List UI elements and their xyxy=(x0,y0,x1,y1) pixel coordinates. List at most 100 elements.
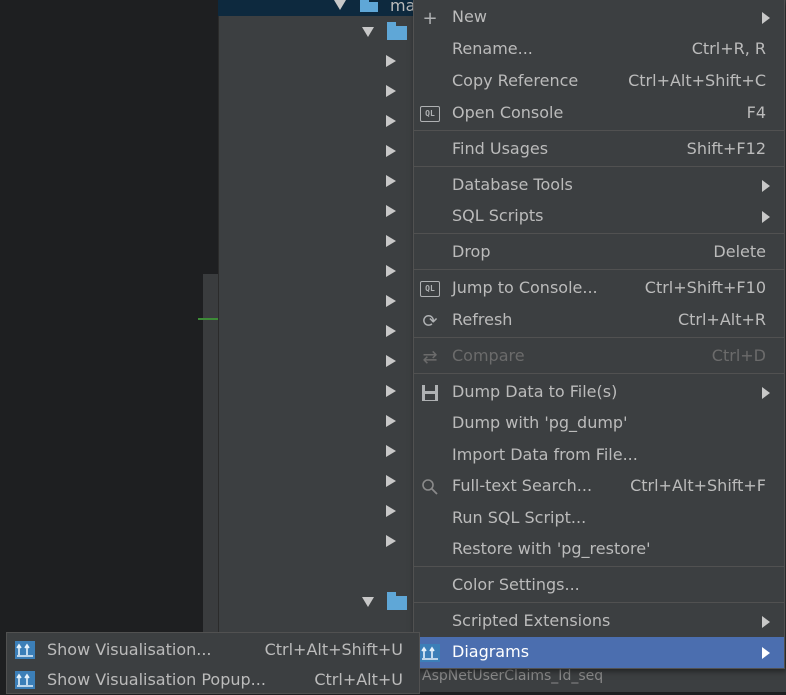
submenu-arrow-icon xyxy=(762,12,770,24)
menu-item-pg-restore[interactable]: Restore with 'pg_restore' xyxy=(414,534,784,565)
menu-item-rename[interactable]: Rename... Ctrl+R, R xyxy=(414,34,784,65)
diagram-icon xyxy=(15,671,35,689)
menu-item-shortcut: Ctrl+Alt+Shift+F xyxy=(630,476,766,495)
submenu-item-shortcut: Ctrl+Alt+U xyxy=(314,670,403,689)
collapse-arrow-icon[interactable] xyxy=(386,475,396,487)
menu-item-database-tools[interactable]: Database Tools xyxy=(414,170,784,201)
collapse-arrow-icon[interactable] xyxy=(386,505,396,517)
menu-item-label: Database Tools xyxy=(452,175,573,194)
menu-item-compare: ⇄ Compare Ctrl+D xyxy=(414,341,784,372)
menu-item-jump-to-console[interactable]: QL Jump to Console... Ctrl+Shift+F10 xyxy=(414,273,784,304)
tree-selected-row[interactable] xyxy=(218,0,418,16)
folder-icon xyxy=(387,22,407,40)
editor-area xyxy=(0,0,218,692)
menu-item-sql-scripts[interactable]: SQL Scripts xyxy=(414,201,784,232)
tree-row-behind: AspNetUserClaims_Id_seq xyxy=(422,668,604,684)
menu-item-label: SQL Scripts xyxy=(452,206,544,225)
collapse-arrow-icon[interactable] xyxy=(386,85,396,97)
collapse-arrow-icon[interactable] xyxy=(386,355,396,367)
menu-separator xyxy=(414,602,784,603)
menu-item-run-sql-script[interactable]: Run SQL Script... xyxy=(414,503,784,534)
compare-icon: ⇄ xyxy=(422,346,438,368)
menu-separator xyxy=(414,233,784,234)
menu-separator xyxy=(414,166,784,167)
collapse-arrow-icon[interactable] xyxy=(386,415,396,427)
menu-item-label: Scripted Extensions xyxy=(452,611,611,630)
menu-item-shortcut: Ctrl+Alt+R xyxy=(677,310,766,329)
submenu-item-label: Show Visualisation... xyxy=(47,640,212,659)
collapse-arrow-icon[interactable] xyxy=(386,265,396,277)
submenu-arrow-icon xyxy=(762,211,770,223)
editor-scrollbar[interactable] xyxy=(203,274,218,692)
menu-separator xyxy=(414,373,784,374)
menu-item-shortcut: F4 xyxy=(746,103,766,122)
menu-separator xyxy=(414,269,784,270)
collapse-arrow-icon[interactable] xyxy=(386,145,396,157)
collapse-arrow-icon[interactable] xyxy=(386,235,396,247)
menu-separator xyxy=(414,337,784,338)
expand-arrow-icon[interactable] xyxy=(334,0,346,10)
collapse-arrow-icon[interactable] xyxy=(386,535,396,547)
refresh-icon: ⟳ xyxy=(422,310,438,332)
menu-item-label: Copy Reference xyxy=(452,71,579,90)
collapse-arrow-icon[interactable] xyxy=(386,55,396,67)
submenu-arrow-icon xyxy=(762,180,770,192)
diagram-icon xyxy=(420,643,440,663)
menu-item-label: Full-text Search... xyxy=(452,476,593,495)
menu-item-color-settings[interactable]: Color Settings... xyxy=(414,570,784,601)
context-menu: + New Rename... Ctrl+R, R Copy Reference… xyxy=(413,0,785,669)
menu-item-label: New xyxy=(452,7,487,26)
expand-arrow-icon[interactable] xyxy=(362,27,374,37)
collapse-arrow-icon[interactable] xyxy=(386,295,396,307)
menu-item-copy-reference[interactable]: Copy Reference Ctrl+Alt+Shift+C xyxy=(414,66,784,97)
menu-item-find-usages[interactable]: Find Usages Shift+F12 xyxy=(414,134,784,165)
menu-item-full-text-search[interactable]: Full-text Search... Ctrl+Alt+Shift+F xyxy=(414,471,784,502)
menu-item-open-console[interactable]: QL Open Console F4 xyxy=(414,98,784,129)
change-marker xyxy=(198,318,218,320)
menu-item-label: Rename... xyxy=(452,39,533,58)
plus-icon: + xyxy=(422,7,438,29)
collapse-arrow-icon[interactable] xyxy=(386,175,396,187)
submenu-arrow-icon xyxy=(762,647,770,659)
collapse-arrow-icon[interactable] xyxy=(386,325,396,337)
submenu-item-label: Show Visualisation Popup... xyxy=(47,670,266,689)
menu-item-label: Refresh xyxy=(452,310,513,329)
expand-arrow-icon[interactable] xyxy=(362,597,374,607)
submenu-item-shortcut: Ctrl+Alt+Shift+U xyxy=(264,640,403,659)
menu-item-diagrams[interactable]: Diagrams xyxy=(414,637,784,668)
collapse-arrow-icon[interactable] xyxy=(386,445,396,457)
menu-item-new[interactable]: + New xyxy=(414,2,784,33)
schema-icon xyxy=(360,0,378,12)
menu-separator xyxy=(414,566,784,567)
menu-item-shortcut: Delete xyxy=(713,242,766,261)
diagrams-submenu: Show Visualisation... Ctrl+Alt+Shift+U S… xyxy=(6,632,420,694)
collapse-arrow-icon[interactable] xyxy=(386,205,396,217)
folder-icon xyxy=(387,592,407,610)
menu-item-shortcut: Ctrl+Shift+F10 xyxy=(644,278,766,297)
menu-item-refresh[interactable]: ⟳ Refresh Ctrl+Alt+R xyxy=(414,305,784,336)
menu-item-drop[interactable]: Drop Delete xyxy=(414,237,784,268)
menu-item-shortcut: Shift+F12 xyxy=(686,139,766,158)
menu-item-import-data[interactable]: Import Data from File... xyxy=(414,440,784,471)
diagram-icon xyxy=(15,641,35,659)
menu-item-shortcut: Ctrl+D xyxy=(711,346,766,365)
menu-item-scripted-extensions[interactable]: Scripted Extensions xyxy=(414,606,784,637)
ql-console-icon: QL xyxy=(420,104,440,124)
save-icon xyxy=(420,383,440,403)
menu-item-pg-dump[interactable]: Dump with 'pg_dump' xyxy=(414,408,784,439)
menu-item-label: Jump to Console... xyxy=(452,278,598,297)
submenu-arrow-icon xyxy=(762,387,770,399)
menu-separator xyxy=(414,130,784,131)
tree-root-label: ma xyxy=(390,0,416,15)
collapse-arrow-icon[interactable] xyxy=(386,115,396,127)
menu-item-label: Import Data from File... xyxy=(452,445,638,464)
collapse-arrow-icon[interactable] xyxy=(386,385,396,397)
menu-item-label: Restore with 'pg_restore' xyxy=(452,539,651,558)
menu-item-label: Color Settings... xyxy=(452,575,580,594)
submenu-item-show-visualisation[interactable]: Show Visualisation... Ctrl+Alt+Shift+U xyxy=(7,635,419,665)
submenu-item-show-visualisation-popup[interactable]: Show Visualisation Popup... Ctrl+Alt+U xyxy=(7,665,419,695)
search-icon xyxy=(420,477,440,497)
menu-item-label: Open Console xyxy=(452,103,564,122)
submenu-arrow-icon xyxy=(762,616,770,628)
menu-item-dump-data[interactable]: Dump Data to File(s) xyxy=(414,377,784,408)
